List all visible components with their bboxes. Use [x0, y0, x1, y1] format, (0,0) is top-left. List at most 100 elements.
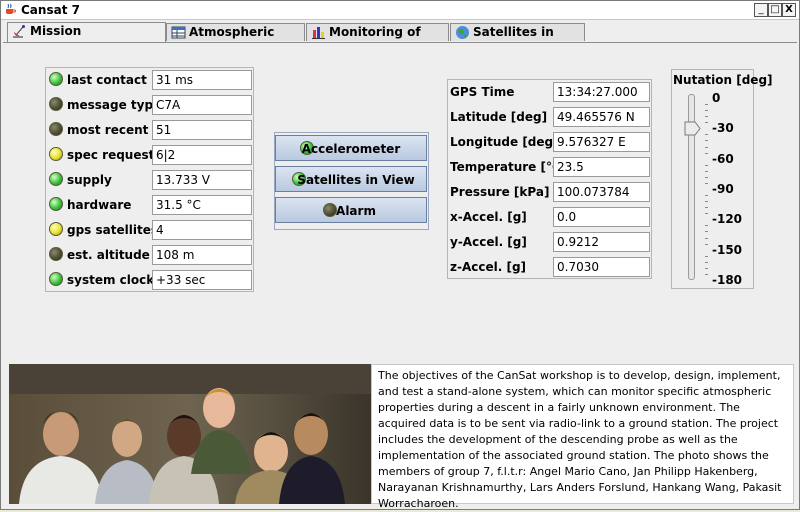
- est-altitude-field[interactable]: 108 m: [152, 245, 252, 265]
- satellites-in-view-button[interactable]: Satellites in View: [275, 166, 427, 192]
- reading-row: Longitude [deg] 9.576327 E: [448, 130, 653, 155]
- bar-chart-icon: [312, 27, 325, 39]
- nutation-minor-tick: [705, 134, 708, 136]
- accelerometer-button[interactable]: Accelerometer: [275, 135, 427, 161]
- y-accel-field[interactable]: 0.9212: [553, 232, 650, 252]
- spec-request-field[interactable]: 6|2: [152, 145, 252, 165]
- status-led-green: [49, 197, 63, 211]
- globe-icon: [456, 26, 469, 39]
- tab-atmospheric-data[interactable]: Atmospheric data: [166, 23, 305, 56]
- nutation-tick-label: -90: [712, 182, 734, 196]
- nutation-minor-tick: [705, 273, 708, 275]
- nutation-minor-tick: [705, 110, 708, 112]
- reading-row: x-Accel. [g] 0.0: [448, 205, 653, 230]
- tab-satellites-in-view[interactable]: Satellites in view: [450, 23, 585, 56]
- reading-row: GPS Time 13:34:27.000: [448, 80, 653, 105]
- nutation-minor-tick: [705, 225, 708, 227]
- nutation-minor-tick: [705, 207, 708, 209]
- temperature-field[interactable]: 23.5: [553, 157, 650, 177]
- status-row-last-contact: last contact 31 ms: [46, 68, 252, 93]
- minimize-button[interactable]: _: [754, 3, 768, 17]
- nutation-minor-tick: [705, 170, 708, 172]
- reading-row: Pressure [kPa] 100.073784: [448, 180, 653, 205]
- reading-label: Temperature [°C]: [450, 160, 567, 174]
- nutation-minor-tick: [705, 195, 708, 197]
- message-type-field[interactable]: C7A: [152, 95, 252, 115]
- reading-label: Latitude [deg]: [450, 110, 548, 124]
- nutation-minor-tick: [705, 182, 708, 184]
- mission-surveillance-panel: last contact 31 ms message type C7A most…: [3, 42, 797, 510]
- satellite-dish-icon: [13, 25, 25, 38]
- window-title: Cansat 7: [21, 3, 80, 17]
- nutation-tick-label: -180: [712, 273, 743, 287]
- gps-readings-group: GPS Time 13:34:27.000 Latitude [deg] 49.…: [447, 79, 652, 279]
- status-row-supply: supply 13.733 V: [46, 168, 252, 193]
- supply-field[interactable]: 13.733 V: [152, 170, 252, 190]
- reading-row: Latitude [deg] 49.465576 N: [448, 105, 653, 130]
- status-led-green: [49, 272, 63, 286]
- nutation-tick-label: -30: [712, 121, 734, 136]
- nutation-minor-tick: [705, 116, 708, 118]
- nutation-minor-tick: [705, 231, 708, 233]
- title-bar[interactable]: Cansat 7 _ □ X: [1, 1, 799, 20]
- close-button[interactable]: X: [782, 3, 796, 17]
- status-led-green: [49, 72, 63, 86]
- nutation-tick-label: 0: [712, 91, 721, 105]
- hardware-field[interactable]: 31.5 °C: [152, 195, 252, 215]
- reading-label: z-Accel. [g]: [450, 260, 527, 274]
- tab-monitoring-of-data[interactable]: Monitoring of data: [306, 23, 449, 56]
- gps-satellites-field[interactable]: 4: [152, 220, 252, 240]
- status-label: supply: [67, 173, 112, 187]
- status-row-most-recent: most recent 51: [46, 118, 252, 143]
- reading-row: Temperature [°C] 23.5: [448, 155, 653, 180]
- status-led-dark: [49, 122, 63, 136]
- tab-bar: Mission surveillance Atmospheric data Mo…: [7, 22, 799, 56]
- alarm-button[interactable]: Alarm: [275, 197, 427, 223]
- last-contact-field[interactable]: 31 ms: [152, 70, 252, 90]
- status-led-yellow: [49, 222, 63, 236]
- status-led-dark: [49, 247, 63, 261]
- button-label: Satellites in View: [297, 173, 415, 187]
- system-clock-field[interactable]: +33 sec: [152, 270, 252, 290]
- longitude-field[interactable]: 9.576327 E: [553, 132, 650, 152]
- reading-label: x-Accel. [g]: [450, 210, 527, 224]
- button-label: Alarm: [336, 204, 376, 218]
- nutation-tick-label: -150: [712, 242, 743, 257]
- nutation-minor-tick: [705, 104, 708, 106]
- nutation-minor-tick: [705, 122, 708, 124]
- nutation-slider-thumb[interactable]: [684, 121, 701, 136]
- latitude-field[interactable]: 49.465576 N: [553, 107, 650, 127]
- status-label: hardware: [67, 198, 132, 212]
- most-recent-field[interactable]: 51: [152, 120, 252, 140]
- tab-mission-surveillance[interactable]: Mission surveillance: [7, 22, 166, 55]
- x-accel-field[interactable]: 0.0: [553, 207, 650, 227]
- nutation-minor-tick: [705, 237, 708, 239]
- team-photo: [9, 364, 371, 504]
- status-group: last contact 31 ms message type C7A most…: [45, 67, 254, 292]
- app-window: Cansat 7 _ □ X Mission surveillance Atmo…: [0, 0, 800, 510]
- nutation-minor-tick: [705, 213, 708, 215]
- status-label: spec request: [67, 148, 155, 162]
- z-accel-field[interactable]: 0.7030: [553, 257, 650, 277]
- nutation-minor-tick: [705, 255, 708, 257]
- reading-label: Longitude [deg]: [450, 135, 559, 149]
- nutation-tick-label: -60: [712, 151, 734, 166]
- maximize-button[interactable]: □: [768, 3, 782, 17]
- status-label: message type: [67, 98, 162, 112]
- status-row-spec-request: spec request 6|2: [46, 143, 252, 168]
- button-label: Accelerometer: [301, 142, 401, 156]
- gps-time-field[interactable]: 13:34:27.000: [553, 82, 650, 102]
- nutation-minor-tick: [705, 152, 708, 154]
- pressure-field[interactable]: 100.073784: [553, 182, 650, 202]
- reading-label: Pressure [kPa]: [450, 185, 550, 199]
- status-row-hardware: hardware 31.5 °C: [46, 193, 252, 218]
- action-buttons-group: Accelerometer Satellites in View Alarm: [274, 132, 429, 230]
- reading-row: z-Accel. [g] 0.7030: [448, 255, 653, 280]
- status-row-system-clock: system clock +33 sec: [46, 268, 252, 293]
- reading-label: GPS Time: [450, 85, 515, 99]
- nutation-minor-tick: [705, 146, 708, 148]
- nutation-minor-tick: [705, 140, 708, 142]
- nutation-tick-label: -120: [712, 212, 743, 227]
- java-cup-icon: [6, 3, 16, 14]
- table-icon: [171, 26, 186, 39]
